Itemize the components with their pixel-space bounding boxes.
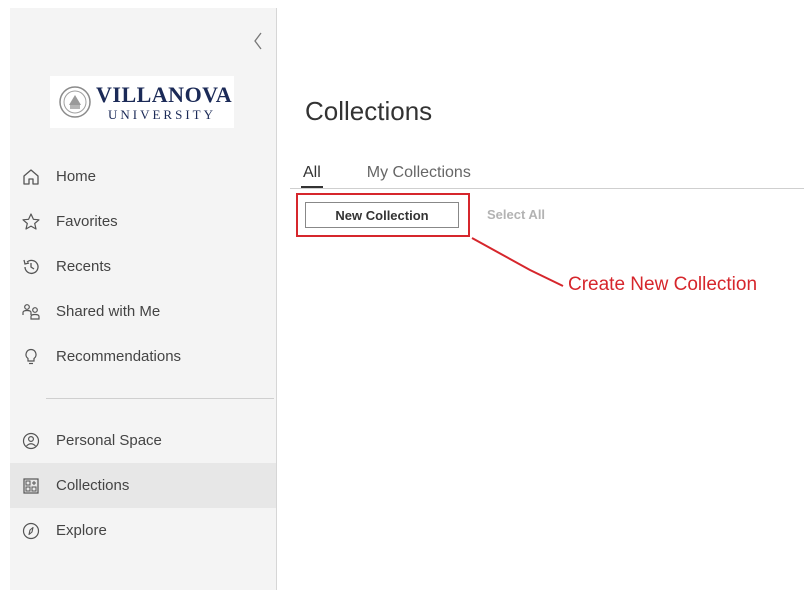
sidebar-item-label: Recents	[56, 258, 112, 275]
annotation-callout-text: Create New Collection	[568, 274, 758, 295]
sidebar-item-explore[interactable]: Explore	[10, 508, 276, 553]
compass-icon	[20, 520, 42, 542]
select-all-link[interactable]: Select All	[487, 207, 545, 222]
sidebar-item-favorites[interactable]: Favorites	[10, 199, 276, 244]
sidebar-item-label: Personal Space	[56, 432, 162, 449]
university-logo[interactable]: VILLANOVA UNIVERSITY	[50, 76, 234, 128]
tab-all[interactable]: All	[301, 160, 323, 188]
sidebar: VILLANOVA UNIVERSITY Home Favorites Rece…	[10, 8, 277, 590]
sidebar-item-home[interactable]: Home	[10, 154, 276, 199]
sidebar-item-label: Recommendations	[56, 348, 182, 365]
sidebar-item-label: Shared with Me	[56, 303, 161, 320]
collections-grid-icon	[20, 475, 42, 497]
secondary-nav: Personal Space Collections Explore	[10, 418, 276, 553]
sidebar-divider	[46, 398, 274, 399]
sidebar-item-label: Explore	[56, 522, 107, 539]
collections-tabs: All My Collections	[290, 160, 804, 189]
app-page: VILLANOVA UNIVERSITY Home Favorites Rece…	[0, 0, 804, 590]
sidebar-item-label: Collections	[56, 477, 130, 494]
home-icon	[20, 166, 42, 188]
user-circle-icon	[20, 430, 42, 452]
logo-subtitle: UNIVERSITY	[108, 106, 216, 122]
annotation-highlight-box	[296, 193, 470, 237]
sidebar-item-collections[interactable]: Collections	[10, 463, 276, 508]
sidebar-item-label: Favorites	[56, 213, 118, 230]
sidebar-item-personal-space[interactable]: Personal Space	[10, 418, 276, 463]
sidebar-item-recents[interactable]: Recents	[10, 244, 276, 289]
history-icon	[20, 256, 42, 278]
sidebar-item-recommendations[interactable]: Recommendations	[10, 334, 276, 379]
university-seal-icon	[59, 86, 91, 118]
lightbulb-icon	[20, 346, 42, 368]
primary-nav: Home Favorites Recents Shared with Me Re…	[10, 154, 276, 379]
sidebar-item-label: Home	[56, 168, 97, 185]
sidebar-item-shared-with-me[interactable]: Shared with Me	[10, 289, 276, 334]
page-title: Collections	[305, 96, 433, 126]
logo-name: VILLANOVA	[96, 81, 233, 107]
shared-users-icon	[20, 301, 42, 323]
tab-my-collections[interactable]: My Collections	[367, 160, 471, 186]
collapse-sidebar-button[interactable]	[250, 28, 266, 54]
star-icon	[20, 211, 42, 233]
chevron-left-icon	[254, 32, 262, 50]
